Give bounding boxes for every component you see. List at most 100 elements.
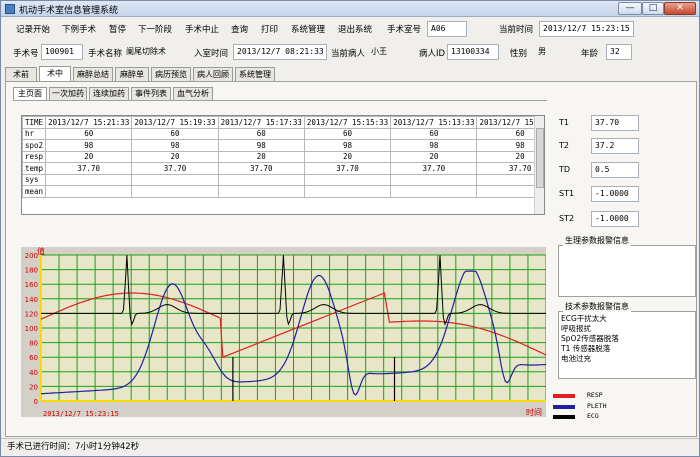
subtab-blood-gas[interactable]: 血气分析 [173,87,213,100]
surgery-no-field[interactable]: 100901 [41,44,83,60]
table-row[interactable]: temp 37.70 37.70 37.70 37.70 37.70 37.70 [22,162,544,175]
table-cell[interactable]: 98 [45,139,133,152]
table-row[interactable]: hr 60 60 60 60 60 60 [22,127,544,140]
maximize-button[interactable]: □ [642,2,664,15]
patient-field[interactable]: 小王 [367,44,409,60]
subtab-continuous-dose[interactable]: 连续加药 [89,87,129,100]
scroll-thumb[interactable] [536,128,544,188]
t2-field[interactable]: 37.2 [591,138,639,154]
table-row[interactable]: spo2 98 98 98 98 98 98 [22,139,544,152]
table-column-header[interactable]: 2013/12/7 15:15:33 [303,116,392,129]
legend-label-resp: RESP [587,391,603,399]
table-cell[interactable]: 37.70 [390,162,478,175]
admit-time-label: 入室时间 [194,49,229,59]
table-row[interactable]: sys [22,173,544,186]
table-cell[interactable]: 37.70 [217,162,305,175]
tab-system-admin[interactable]: 系统管理 [235,67,275,81]
row-header: resp [22,150,47,163]
surgery-no-label: 手术号 [13,49,39,59]
table-cell[interactable] [390,185,478,198]
table-cell[interactable] [217,173,305,186]
tab-anesthesia-summary[interactable]: 麻醉总结 [73,67,113,81]
vitals-grid[interactable]: TIME 2013/12/7 15:21:33 2013/12/7 15:19:3… [21,115,545,215]
table-cell[interactable]: 37.70 [303,162,392,175]
age-field[interactable]: 32 [606,44,632,60]
current-time-field[interactable]: 2013/12/7 15:23:15 [539,21,634,37]
current-time-label: 当前时间 [499,25,534,35]
table-cell[interactable]: 98 [390,139,478,152]
patient-id-field[interactable]: 13100334 [447,44,499,60]
st2-field[interactable]: -1.0000 [591,211,639,227]
table-cell[interactable]: 20 [390,150,478,163]
tab-preop[interactable]: 术前 [5,67,37,81]
tab-patient-review[interactable]: 病人回顾 [193,67,233,81]
table-column-header[interactable]: 2013/12/7 15:13:33 [390,116,478,129]
table-cell[interactable] [131,185,219,198]
table-cell[interactable]: 60 [217,127,305,140]
menu-exit[interactable]: 退出系统 [338,23,372,35]
t1-field[interactable]: 37.70 [591,115,639,131]
physio-alarm-box [558,245,696,297]
table-cell[interactable]: 98 [303,139,392,152]
table-cell[interactable] [390,173,478,186]
subtab-single-dose[interactable]: 一次加药 [49,87,87,100]
table-cell[interactable]: 60 [45,127,133,140]
table-cell[interactable] [303,185,392,198]
table-cell[interactable] [45,185,133,198]
table-cell[interactable]: 60 [390,127,478,140]
table-cell[interactable] [131,173,219,186]
subtab-main[interactable]: 主页面 [13,87,47,100]
vertical-scrollbar[interactable] [534,116,544,214]
patient-info-bar: 手术号 100901 手术名称 阑尾切除术 入室时间 2013/12/7 08:… [1,44,699,61]
table-cell[interactable] [45,173,133,186]
patient-id-label: 病人ID [419,49,446,59]
subtab-event-list[interactable]: 事件列表 [131,87,171,100]
gender-field[interactable]: 男 [534,44,564,60]
menu-print[interactable]: 打印 [261,23,278,35]
title-bar: 机动手术室信息管理系统 — □ ✕ [1,1,699,17]
tab-record-preview[interactable]: 病历预览 [151,67,191,81]
admit-time-field[interactable]: 2013/12/7 08:21:33 [233,44,327,60]
table-column-header[interactable]: 2013/12/7 15:17:33 [217,116,305,129]
table-row[interactable]: mean [22,185,544,198]
menu-system-admin[interactable]: 系统管理 [291,23,325,35]
table-cell[interactable]: 20 [217,150,305,163]
tab-intraop[interactable]: 术中 [39,66,71,81]
table-row[interactable]: resp 20 20 20 20 20 20 [22,150,544,163]
menu-query[interactable]: 查询 [231,23,248,35]
table-cell[interactable] [303,173,392,186]
table-cell[interactable]: 60 [303,127,392,140]
close-button[interactable]: ✕ [664,2,696,15]
td-field[interactable]: 0.5 [591,162,639,178]
surgery-name-field[interactable]: 阑尾切除术 [122,44,186,60]
y-tick-label: 80 [29,340,38,348]
table-column-header[interactable]: 2013/12/7 15:21:33 [45,116,133,129]
waveform-svg: 200180160140120100806040200值时间2013/12/7 … [25,246,547,418]
table-cell[interactable]: 37.70 [131,162,219,175]
table-cell[interactable]: 60 [131,127,219,140]
legend-label-pleth: PLETH [587,402,607,410]
table-cell[interactable]: 20 [303,150,392,163]
table-cell[interactable]: 37.70 [45,162,133,175]
table-cell[interactable]: 98 [131,139,219,152]
room-field[interactable]: A06 [427,21,467,37]
tab-anesthesia-sheet[interactable]: 麻醉单 [115,67,149,81]
table-cell[interactable] [217,185,305,198]
menu-next-case[interactable]: 下例手术 [62,23,96,35]
age-label: 年龄 [581,49,599,59]
st1-field[interactable]: -1.0000 [591,186,639,202]
menu-pause[interactable]: 暂停 [109,23,126,35]
y-tick-label: 160 [25,281,38,289]
table-corner: TIME [22,116,47,129]
legend-label-ecg: ECG [587,412,599,420]
table-cell[interactable]: 98 [217,139,305,152]
menu-abort-surgery[interactable]: 手术中止 [185,23,219,35]
table-cell[interactable]: 20 [131,150,219,163]
minimize-button[interactable]: — [618,2,642,15]
table-cell[interactable]: 20 [45,150,133,163]
menu-next-stage[interactable]: 下一阶段 [138,23,172,35]
table-column-header[interactable]: 2013/12/7 15:19:33 [131,116,219,129]
row-header: mean [22,185,47,198]
menu-record-start[interactable]: 记录开始 [16,23,50,35]
row-header: spo2 [22,139,47,152]
